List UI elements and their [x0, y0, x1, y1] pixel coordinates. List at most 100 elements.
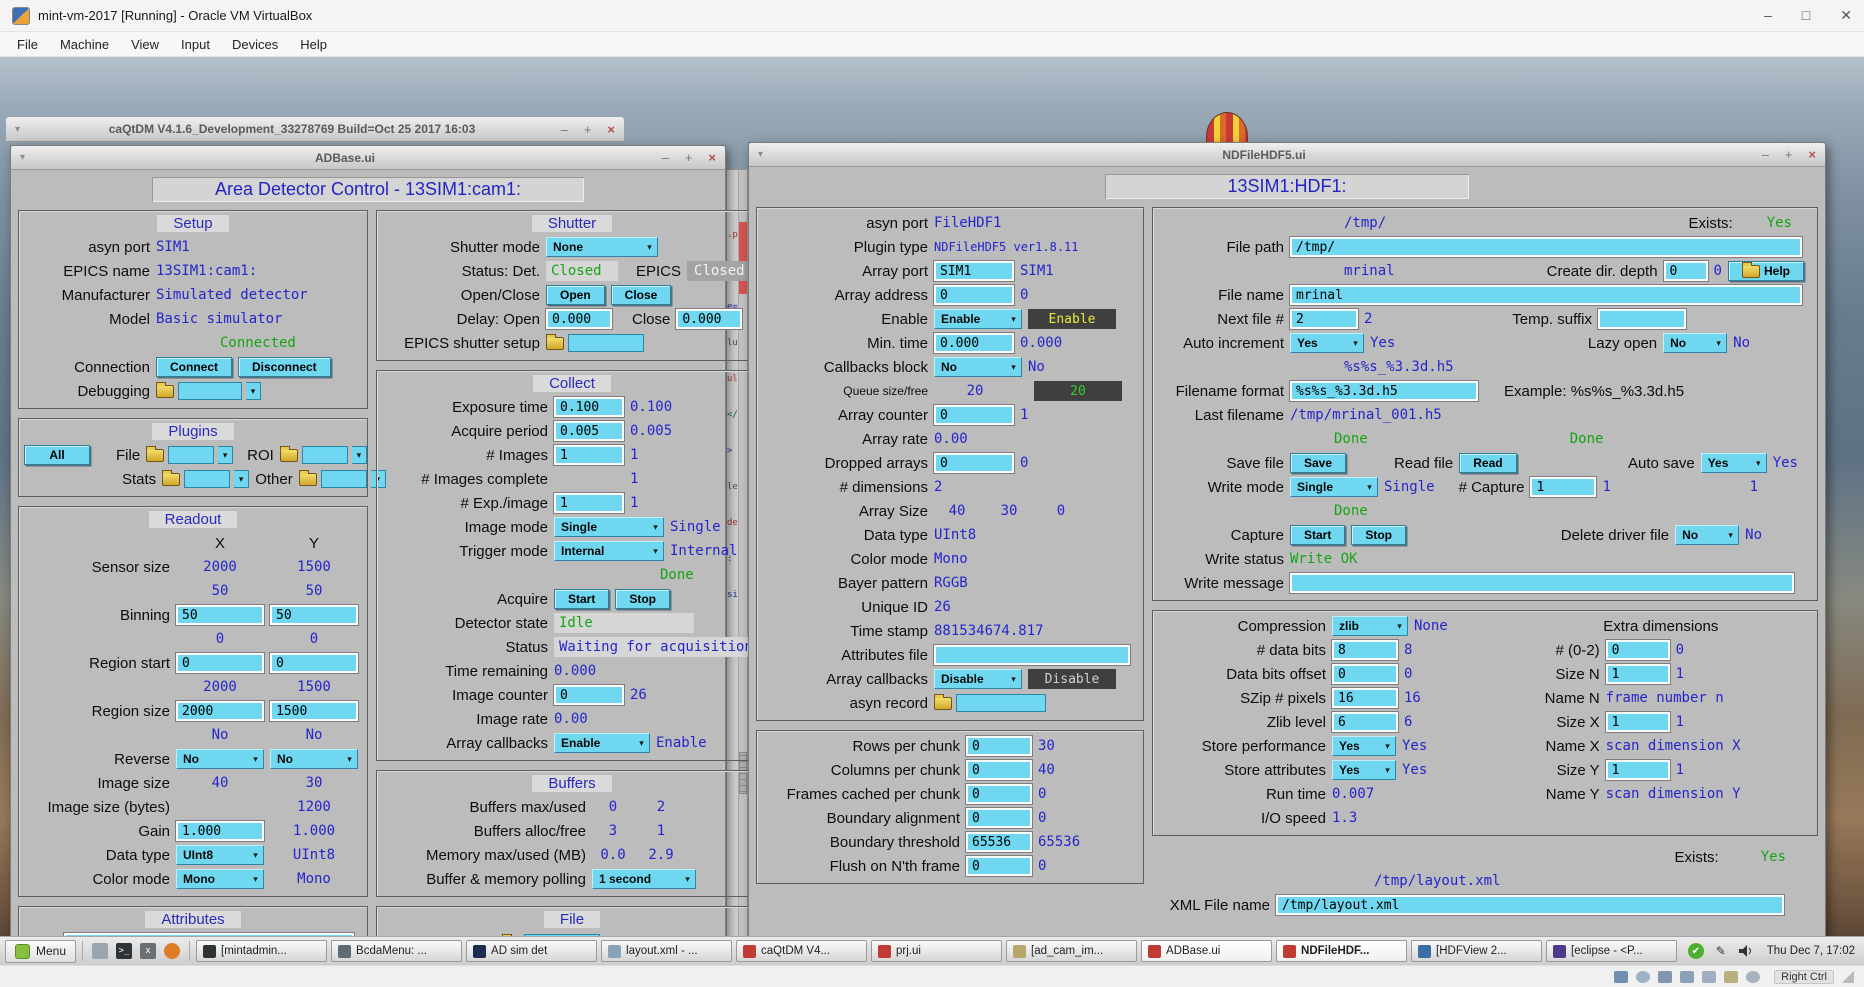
text-input[interactable]: 16 [1332, 688, 1398, 708]
taskbar-button[interactable]: prj.ui [871, 940, 1002, 962]
maximize-button[interactable]: □ [1802, 7, 1810, 24]
dropdown[interactable]: 1 second▾ [592, 869, 696, 889]
hard-disk-icon[interactable] [1658, 971, 1672, 983]
dropdown[interactable]: No▾ [270, 749, 358, 769]
dropdown[interactable]: No▾ [1663, 333, 1727, 353]
button[interactable]: Start [554, 589, 609, 609]
button[interactable]: Stop [615, 589, 670, 609]
text-input[interactable]: 0 [1606, 640, 1670, 660]
text-input[interactable]: 1 [1530, 477, 1596, 497]
optical-disk-icon[interactable] [1636, 971, 1650, 983]
text-input[interactable]: 0 [966, 856, 1032, 876]
text-input[interactable]: 8 [1332, 640, 1398, 660]
resize-grip[interactable] [1842, 971, 1854, 983]
shared-folder-icon[interactable] [1724, 971, 1738, 983]
menubar-item-help[interactable]: Help [289, 35, 338, 54]
dropdown[interactable]: zlib▾ [1332, 616, 1408, 636]
folder-open-icon[interactable] [280, 449, 298, 462]
text-input[interactable]: 1 [554, 445, 624, 465]
dropdown[interactable]: Single▾ [1290, 477, 1378, 497]
display-icon[interactable] [1614, 971, 1628, 983]
network-icon[interactable] [1680, 971, 1694, 983]
related-display-menu[interactable]: ▾ [280, 446, 367, 464]
text-input[interactable]: mrinal [1290, 285, 1802, 305]
text-input[interactable]: SIM1 [934, 261, 1014, 281]
minimize-button[interactable]: – [1762, 147, 1769, 162]
adbase-titlebar[interactable]: ▾ ADBase.ui – + × [11, 146, 725, 170]
taskbar-button[interactable]: [eclipse - <P... [1546, 940, 1677, 962]
folder-open-icon[interactable] [162, 473, 180, 486]
menubar-item-file[interactable]: File [6, 35, 49, 54]
related-display-menu[interactable]: ▾ [162, 470, 249, 488]
text-input[interactable]: 0.100 [554, 397, 624, 417]
text-input[interactable]: 2 [1290, 309, 1358, 329]
terminal-icon[interactable]: >_ [113, 940, 135, 962]
related-display-menu[interactable] [546, 334, 644, 352]
text-input[interactable]: 0 [934, 405, 1014, 425]
caqtdm-main-window-titlebar[interactable]: ▾ caQtDM V4.1.6_Development_33278769 Bui… [6, 117, 624, 142]
text-input[interactable]: 2000 [176, 701, 264, 721]
related-display-menu[interactable]: ▾ [156, 382, 261, 400]
button[interactable]: All [24, 445, 90, 465]
dropdown[interactable]: Mono▾ [176, 869, 264, 889]
window-menu-icon[interactable]: ▾ [758, 149, 784, 160]
text-input[interactable]: 0 [1664, 261, 1708, 281]
related-display-field[interactable] [956, 694, 1046, 712]
firefox-icon[interactable] [161, 940, 183, 962]
folder-open-icon[interactable] [156, 385, 174, 398]
dropdown[interactable]: Internal▾ [554, 541, 664, 561]
related-display-menu[interactable]: ▾ [299, 470, 386, 488]
text-input[interactable]: 0.000 [676, 309, 742, 329]
dropdown[interactable]: None▾ [546, 237, 658, 257]
volume-icon[interactable] [1738, 943, 1754, 959]
window-menu-icon[interactable]: ▾ [20, 152, 46, 163]
dropdown[interactable]: Disable▾ [934, 669, 1022, 689]
dropdown[interactable]: No▾ [934, 357, 1022, 377]
text-input[interactable]: 1 [1606, 760, 1670, 780]
button[interactable]: Connect [156, 357, 232, 377]
close-button[interactable]: ✕ [1840, 7, 1852, 24]
menubar-item-devices[interactable]: Devices [221, 35, 289, 54]
text-input[interactable] [1290, 573, 1794, 593]
related-display-field[interactable] [568, 334, 644, 352]
text-input[interactable]: 1.000 [176, 821, 264, 841]
help-button[interactable]: Help [1728, 261, 1804, 281]
button[interactable]: Stop [1351, 525, 1406, 545]
maximize-button[interactable]: + [685, 150, 693, 165]
dropdown[interactable]: Enable▾ [554, 733, 650, 753]
related-display-field[interactable] [302, 446, 348, 464]
button[interactable]: Close [611, 285, 672, 305]
taskbar-button[interactable]: NDFileHDF... [1276, 940, 1407, 962]
button[interactable]: Disconnect [238, 357, 331, 377]
taskbar-button[interactable]: ADBase.ui [1141, 940, 1272, 962]
button[interactable]: Start [1290, 525, 1345, 545]
updates-shield-check-icon[interactable]: ✔ [1688, 943, 1704, 959]
folder-open-icon[interactable] [299, 473, 317, 486]
text-input[interactable]: 0 [270, 653, 358, 673]
text-input[interactable]: 0 [554, 685, 624, 705]
menubar-item-view[interactable]: View [120, 35, 170, 54]
menubar-item-machine[interactable]: Machine [49, 35, 120, 54]
taskbar-button[interactable]: [mintadmin... [196, 940, 327, 962]
clock[interactable]: Thu Dec 7, 17:02 [1767, 945, 1855, 957]
text-input[interactable]: 1 [554, 493, 624, 513]
menu-button[interactable]: Menu [5, 940, 76, 963]
minimize-button[interactable]: – [561, 122, 568, 137]
text-input[interactable]: 0 [934, 285, 1014, 305]
text-input[interactable]: 0.000 [546, 309, 612, 329]
close-icon[interactable]: × [708, 150, 716, 165]
text-input[interactable]: 0 [966, 736, 1032, 756]
dropdown[interactable]: Yes▾ [1332, 736, 1396, 756]
related-display-field[interactable] [184, 470, 230, 488]
text-input[interactable]: 50 [270, 605, 358, 625]
menubar-item-input[interactable]: Input [170, 35, 221, 54]
text-input[interactable]: 0 [966, 784, 1032, 804]
text-input[interactable]: 1500 [270, 701, 358, 721]
show-desktop-icon[interactable] [89, 940, 111, 962]
related-display-field[interactable] [178, 382, 242, 400]
dropdown[interactable]: Yes▾ [1701, 453, 1767, 473]
related-display-field[interactable] [321, 470, 367, 488]
maximize-button[interactable]: + [1785, 147, 1793, 162]
text-input[interactable]: 1 [1606, 712, 1670, 732]
text-input[interactable]: %s%s_%3.3d.h5 [1290, 381, 1478, 401]
